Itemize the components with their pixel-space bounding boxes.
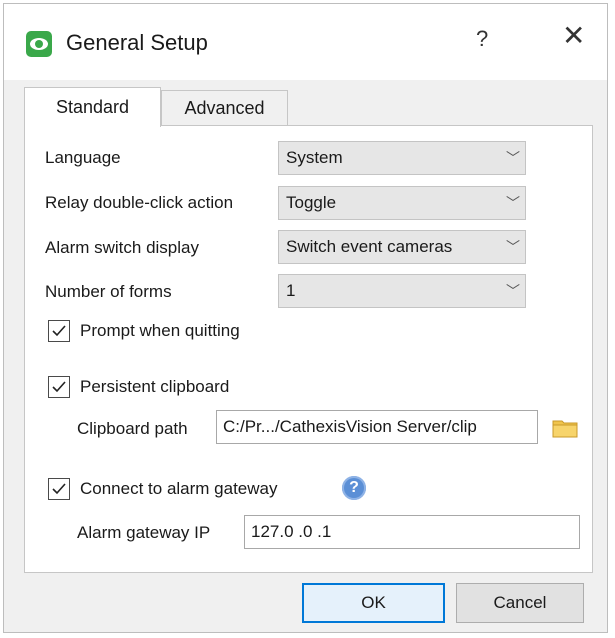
- help-button[interactable]: ?: [476, 26, 488, 52]
- relay-action-label: Relay double-click action: [45, 193, 234, 212]
- language-label: Language: [45, 148, 121, 167]
- alarm-gateway-checkbox[interactable]: [48, 478, 70, 500]
- alarm-switch-select[interactable]: Switch event cameras ﹀: [278, 230, 526, 264]
- close-button[interactable]: ✕: [562, 22, 585, 50]
- clipboard-path-input[interactable]: C:/Pr.../CathexisVision Server/clip: [216, 410, 538, 444]
- num-forms-select[interactable]: 1 ﹀: [278, 274, 526, 308]
- alarm-switch-value: Switch event cameras: [286, 237, 453, 256]
- eye-icon: [26, 31, 52, 57]
- persistent-clipboard-checkbox[interactable]: [48, 376, 70, 398]
- num-forms-label: Number of forms: [45, 282, 172, 301]
- check-icon: [52, 381, 66, 393]
- alarm-switch-label: Alarm switch display: [45, 238, 199, 257]
- check-icon: [52, 483, 66, 495]
- persistent-clipboard-label[interactable]: Persistent clipboard: [80, 377, 229, 397]
- prompt-quit-label[interactable]: Prompt when quitting: [80, 321, 240, 341]
- relay-action-select[interactable]: Toggle ﹀: [278, 186, 526, 220]
- folder-icon[interactable]: [552, 418, 578, 438]
- chevron-down-icon: ﹀: [506, 150, 520, 166]
- info-icon[interactable]: ?: [342, 476, 366, 500]
- cancel-button[interactable]: Cancel: [456, 583, 584, 623]
- tab-advanced[interactable]: Advanced: [161, 90, 288, 126]
- prompt-quit-checkbox[interactable]: [48, 320, 70, 342]
- chevron-down-icon: ﹀: [506, 195, 520, 211]
- language-value: System: [286, 148, 343, 167]
- ok-button[interactable]: OK: [302, 583, 445, 623]
- language-select[interactable]: System ﹀: [278, 141, 526, 175]
- check-icon: [52, 325, 66, 337]
- chevron-down-icon: ﹀: [506, 283, 520, 299]
- clipboard-path-label: Clipboard path: [77, 419, 188, 438]
- window-title: General Setup: [66, 30, 208, 55]
- gateway-ip-input[interactable]: 127.0 .0 .1: [244, 515, 580, 549]
- relay-action-value: Toggle: [286, 193, 337, 212]
- tab-standard[interactable]: Standard: [24, 87, 161, 127]
- eye-pupil: [35, 40, 43, 48]
- gateway-ip-label: Alarm gateway IP: [77, 523, 211, 542]
- num-forms-value: 1: [286, 281, 296, 300]
- alarm-gateway-label[interactable]: Connect to alarm gateway: [80, 479, 278, 499]
- title-bar: General Setup ? ✕: [4, 4, 607, 80]
- chevron-down-icon: ﹀: [506, 239, 520, 255]
